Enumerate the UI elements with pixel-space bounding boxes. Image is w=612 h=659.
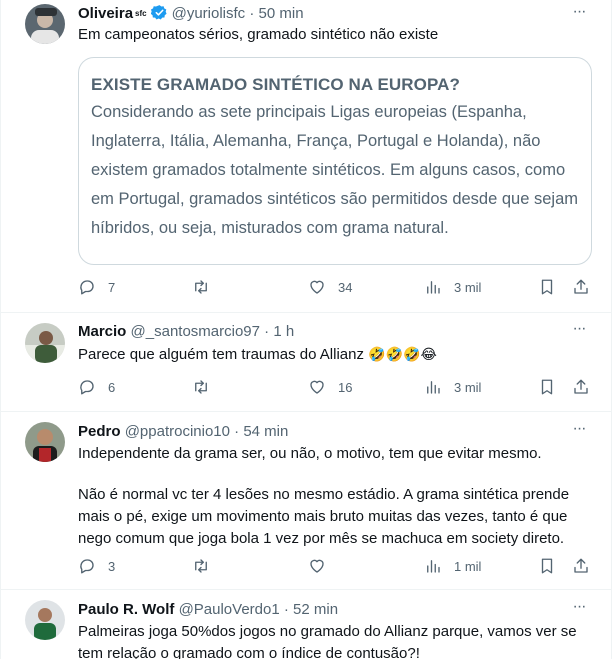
author-handle[interactable]: @yuriolisfc: [172, 5, 246, 22]
avatar[interactable]: [25, 4, 65, 44]
name-badge: sfc: [135, 9, 147, 18]
like-count: 34: [338, 279, 353, 295]
tweet-text-paragraph-1: Independente da grama ser, ou não, o mot…: [78, 445, 542, 462]
view-count: 3 mil: [454, 279, 482, 295]
retweet-button[interactable]: [192, 377, 222, 397]
reply-count: 7: [108, 279, 116, 295]
quote-body: Considerando as sete principais Ligas eu…: [91, 103, 578, 237]
separator: ·: [283, 601, 289, 618]
tweet-header: Paulo R. Wolf @PauloVerdo1 · 52 min: [78, 599, 573, 621]
retweet-icon: [195, 280, 207, 294]
retweet-button[interactable]: [192, 277, 222, 297]
more-options-icon[interactable]: ···: [569, 4, 589, 25]
tweet-paulo[interactable]: Paulo R. Wolf @PauloVerdo1 · 52 min ··· …: [1, 590, 612, 659]
tweet-text-body: Parece que alguém tem traumas do Allianz: [78, 346, 364, 363]
laughing-emoji-icon: 🤣🤣🤣😂: [368, 346, 437, 362]
author-handle[interactable]: @ppatrocinio10: [125, 423, 230, 440]
verified-badge-icon: [150, 5, 167, 20]
retweet-icon: [195, 380, 207, 394]
reply-button[interactable]: 3: [78, 556, 115, 576]
like-button[interactable]: 16: [308, 377, 352, 397]
timestamp[interactable]: 52 min: [293, 601, 338, 618]
share-icon: [574, 379, 588, 394]
views-icon: [427, 381, 440, 394]
more-options-icon[interactable]: ···: [569, 599, 589, 620]
timestamp[interactable]: 54 min: [243, 423, 288, 440]
bookmark-icon: [541, 379, 553, 395]
share-icon: [574, 558, 588, 573]
share-button[interactable]: [572, 277, 590, 297]
action-bar: 7 34 3 mil: [78, 277, 598, 297]
bookmark-button[interactable]: [538, 277, 556, 297]
author-handle[interactable]: @_santosmarcio97: [131, 323, 260, 340]
like-button[interactable]: 34: [308, 277, 352, 297]
separator: ·: [249, 5, 255, 22]
more-options-icon[interactable]: ···: [569, 421, 589, 442]
tweet-marcio[interactable]: Marcio @_santosmarcio97 · 1 h ··· Parece…: [1, 313, 612, 412]
like-button[interactable]: [308, 556, 338, 576]
author-name[interactable]: Marcio: [78, 323, 126, 340]
retweet-button[interactable]: [192, 556, 222, 576]
bookmark-icon: [541, 279, 553, 295]
action-bar: 3 1 mil: [78, 556, 598, 576]
reply-feed: Oliveira sfc @yuriolisfc · 50 min ··· Em c…: [0, 0, 612, 659]
views-button[interactable]: 3 mil: [424, 377, 481, 397]
avatar[interactable]: [25, 422, 65, 462]
share-icon: [574, 279, 588, 294]
reply-count: 3: [108, 558, 116, 574]
tweet-pedro[interactable]: Pedro @ppatrocinio10 · 54 min ··· Indepe…: [1, 412, 612, 590]
more-options-icon[interactable]: ···: [569, 321, 589, 342]
author-name[interactable]: Oliveira: [78, 5, 133, 22]
view-count: 1 mil: [454, 558, 482, 574]
reply-icon: [80, 380, 94, 395]
tweet-text: Palmeiras joga 50%dos jogos no gramado d…: [78, 623, 577, 659]
avatar[interactable]: [25, 323, 65, 363]
share-button[interactable]: [572, 556, 590, 576]
tweet-text: Parece que alguém tem traumas do Allianz…: [78, 343, 589, 366]
avatar[interactable]: [25, 600, 65, 640]
share-button[interactable]: [572, 377, 590, 397]
tweet-text: Em campeonatos sérios, gramado sintético…: [78, 26, 439, 43]
tweet-oliveira[interactable]: Oliveira sfc @yuriolisfc · 50 min ··· Em c…: [1, 0, 612, 313]
heart-icon: [310, 280, 324, 294]
bookmark-icon: [541, 558, 553, 574]
views-button[interactable]: 3 mil: [424, 277, 481, 297]
bookmark-button[interactable]: [538, 556, 556, 576]
author-name[interactable]: Pedro: [78, 423, 121, 440]
reply-icon: [80, 559, 94, 574]
reply-button[interactable]: 6: [78, 377, 115, 397]
like-count: 16: [338, 379, 353, 395]
reply-count: 6: [108, 379, 116, 395]
timestamp[interactable]: 1 h: [273, 323, 294, 340]
reply-icon: [80, 280, 94, 295]
views-icon: [427, 281, 440, 294]
separator: ·: [264, 323, 270, 340]
view-count: 3 mil: [454, 379, 482, 395]
separator: ·: [234, 423, 240, 440]
reply-button[interactable]: 7: [78, 277, 115, 297]
timestamp[interactable]: 50 min: [259, 5, 304, 22]
heart-icon: [310, 380, 324, 394]
heart-icon: [310, 559, 324, 573]
tweet-text-paragraph-2: Não é normal vc ter 4 lesões no mesmo es…: [78, 486, 570, 547]
tweet-header: Pedro @ppatrocinio10 · 54 min: [78, 421, 573, 443]
author-handle[interactable]: @PauloVerdo1: [179, 601, 280, 618]
views-button[interactable]: 1 mil: [424, 556, 481, 576]
author-name[interactable]: Paulo R. Wolf: [78, 601, 174, 618]
quote-title: EXISTE GRAMADO SINTÉTICO NA EUROPA?: [91, 75, 461, 94]
quoted-card[interactable]: EXISTE GRAMADO SINTÉTICO NA EUROPA? Cons…: [78, 57, 592, 265]
views-icon: [427, 560, 440, 573]
tweet-header: Oliveira sfc @yuriolisfc · 50 min: [78, 3, 573, 25]
bookmark-button[interactable]: [538, 377, 556, 397]
retweet-icon: [195, 559, 207, 573]
action-bar: 6 16 3 mil: [78, 377, 598, 397]
tweet-header: Marcio @_santosmarcio97 · 1 h: [78, 321, 573, 343]
